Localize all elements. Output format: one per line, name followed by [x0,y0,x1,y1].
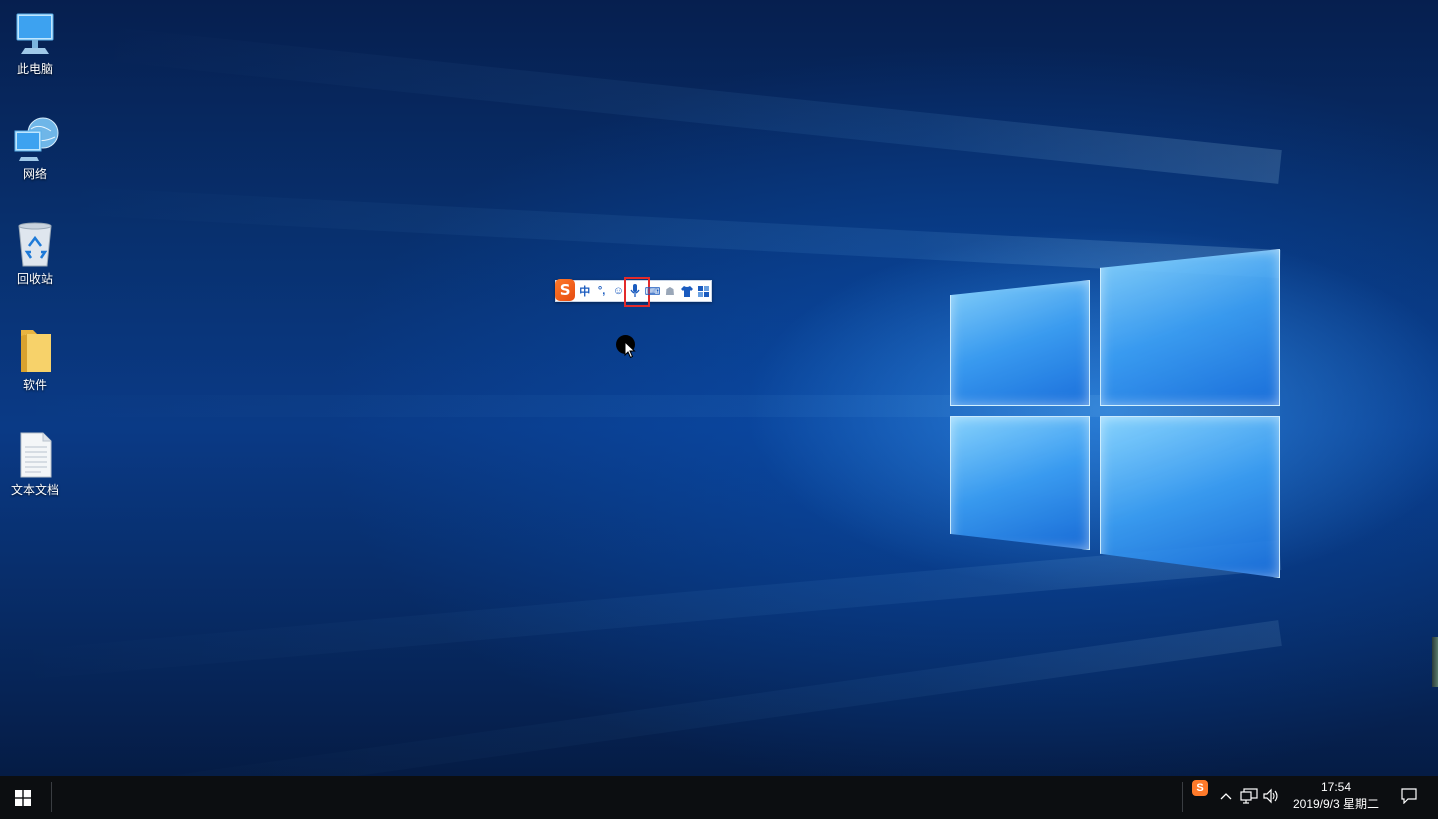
folder-icon [11,326,59,374]
mouse-cursor-icon [624,341,636,359]
desktop-icon-label: 文本文档 [10,483,59,497]
taskbar: S 17:54 2019/9/3 星期二 [0,776,1438,819]
clock-time: 17:54 [1320,780,1352,794]
desktop-icon-label: 软件 [22,378,47,392]
taskbar-clock[interactable]: 17:54 2019/9/3 星期二 [1287,779,1385,813]
windows-logo-pane [950,280,1090,406]
start-button[interactable] [0,776,46,819]
windows-logo-pane [1100,416,1280,578]
light-beam [94,25,1282,184]
windows-logo-pane [950,416,1090,550]
ime-toolbar[interactable]: S 中 °, ☺ ⌨ ☗ [555,277,712,307]
computer-icon [11,10,59,58]
toolbox-icon[interactable] [696,282,711,300]
recycle-bin-icon [11,220,59,268]
desktop-icon-network[interactable]: 网络 [6,115,64,181]
taskbar-separator [51,782,52,812]
show-hidden-icons-chevron-icon[interactable] [1216,786,1236,806]
clock-date: 2019/9/3 星期二 [1292,797,1380,811]
network-icon [11,115,59,163]
user-icon[interactable]: ☗ [663,282,678,300]
taskbar-separator [1182,782,1183,812]
light-beam [60,186,1281,278]
edge-handle[interactable] [1432,637,1438,687]
action-center-icon[interactable] [1399,786,1419,806]
microphone-icon[interactable] [623,277,650,307]
windows-logo-pane [1100,249,1280,406]
sogou-tray-icon[interactable]: S [1190,778,1210,798]
desktop-icon-label: 此电脑 [16,62,53,76]
desktop-icon-recycle-bin[interactable]: 回收站 [6,220,64,286]
windows-logo-icon [15,789,31,806]
desktop-icon-label: 网络 [22,167,47,181]
desktop-background[interactable]: 此电脑 网络 回收站 软件 文本文档 S 中 °, ☺ ⌨ ☗ [0,0,1438,776]
network-status-icon[interactable] [1239,786,1259,806]
skin-icon[interactable] [679,282,694,300]
chinese-mode-icon[interactable]: 中 [577,282,592,300]
punctuation-icon[interactable]: °, [594,282,609,300]
keyboard-icon[interactable]: ⌨ [645,282,661,300]
desktop-icon-label: 回收站 [16,272,53,286]
sogou-logo-icon[interactable]: S [555,279,576,301]
sogou-logo-icon: S [1192,780,1208,796]
desktop-icon-text-document[interactable]: 文本文档 [6,431,64,497]
volume-icon[interactable] [1261,786,1281,806]
desktop-icon-this-pc[interactable]: 此电脑 [6,10,64,76]
desktop-icon-software-folder[interactable]: 软件 [6,326,64,392]
text-document-icon [11,431,59,479]
